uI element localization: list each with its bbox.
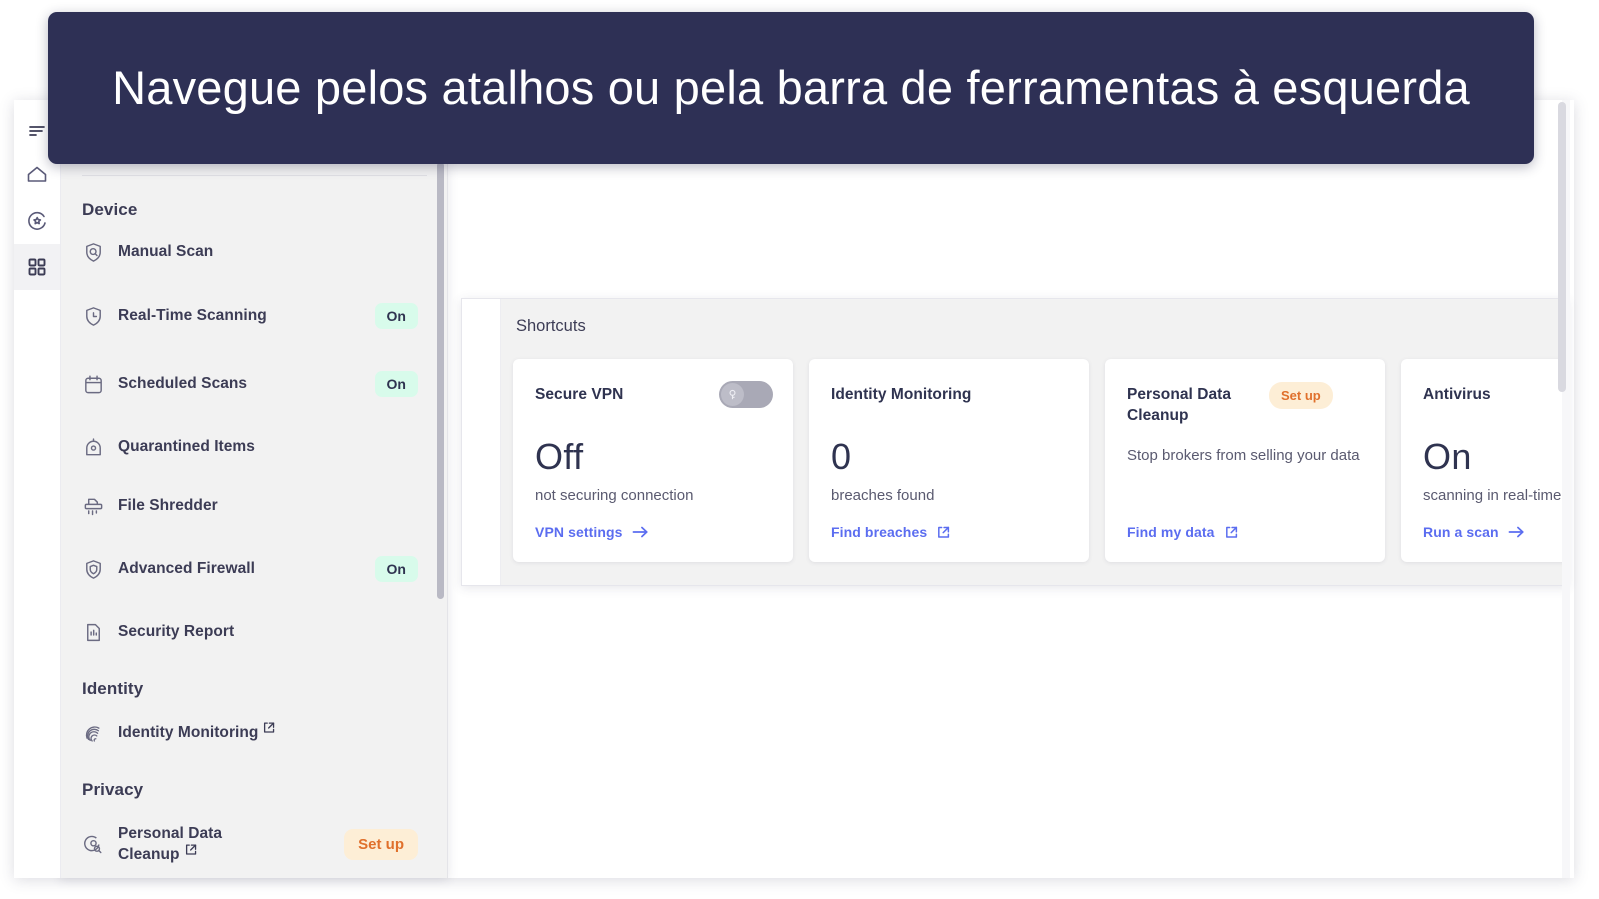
sidebar-item-label: Scheduled Scans: [118, 375, 248, 393]
rail-item-protection[interactable]: [14, 198, 60, 244]
shortcuts-section: Shortcuts Secure VPN Off not securing co…: [461, 298, 1568, 586]
card-subtitle: breaches found: [831, 487, 935, 504]
card-subtitle: not securing connection: [535, 487, 694, 504]
data-search-icon: [82, 833, 116, 856]
sidebar-top-divider: [82, 175, 427, 176]
card-link-find-my-data[interactable]: Find my data: [1127, 524, 1239, 540]
shortcut-cards-row: Secure VPN Off not securing connection V…: [513, 359, 1567, 562]
card-link-label: Run a scan: [1423, 524, 1499, 540]
sidebar-item-status: On: [374, 303, 432, 329]
arrow-right-icon: [632, 525, 649, 539]
card-header: Secure VPN: [535, 381, 773, 412]
setup-badge[interactable]: Set up: [1269, 382, 1333, 409]
home-icon: [25, 163, 49, 187]
rail-item-apps[interactable]: [14, 244, 60, 290]
vpn-key-icon: [721, 383, 744, 406]
vpn-toggle[interactable]: [719, 381, 773, 408]
quarantine-icon: [82, 436, 116, 459]
external-link-icon: [936, 525, 951, 540]
external-link-icon: [1224, 525, 1239, 540]
shortcuts-panel: Shortcuts Secure VPN Off not securing co…: [501, 299, 1567, 585]
onboarding-tooltip-banner: Navegue pelos atalhos ou pela barra de f…: [48, 12, 1534, 164]
sidebar-item-label: Real-Time Scanning: [118, 307, 267, 325]
shortcut-card-identity-monitoring[interactable]: Identity Monitoring 0 breaches found Fin…: [809, 359, 1089, 562]
page-scrollbar[interactable]: [1558, 100, 1570, 878]
sidebar-item-action[interactable]: Set up: [344, 828, 432, 860]
sidebar-item-identity-monitoring[interactable]: Identity Monitoring: [82, 713, 432, 753]
card-link-label: Find breaches: [831, 524, 928, 540]
card-link-find-breaches[interactable]: Find breaches: [831, 524, 951, 540]
sidebar-item-label-line2: Cleanup: [118, 844, 198, 865]
sidebar-item-security-report[interactable]: Security Report: [82, 612, 432, 652]
card-subtitle: scanning in real-time: [1423, 487, 1562, 504]
status-badge: On: [374, 371, 418, 397]
shield-search-icon: [82, 241, 116, 264]
sidebar-item-manual-scan[interactable]: Manual Scan: [82, 232, 432, 272]
sidebar-group-title-identity: Identity: [82, 679, 144, 698]
setup-badge[interactable]: Set up: [344, 828, 418, 860]
external-link-icon: [262, 721, 276, 735]
card-value: On: [1423, 436, 1472, 477]
sidebar-item-file-shredder[interactable]: File Shredder: [82, 486, 432, 526]
card-link-label: Find my data: [1127, 524, 1215, 540]
apps-grid-icon: [27, 257, 47, 277]
protection-icon: [25, 209, 49, 233]
sidebar-item-real-time-scanning[interactable]: Real-Time Scanning On: [82, 296, 432, 336]
shortcut-card-personal-data-cleanup[interactable]: Personal Data Cleanup Set up Stop broker…: [1105, 359, 1385, 562]
card-title: Personal Data Cleanup: [1127, 386, 1232, 424]
application-window: Device Manual Scan Real-Time Scanning On…: [14, 100, 1574, 878]
sidebar-group-title-privacy: Privacy: [82, 780, 144, 799]
sidebar-item-advanced-firewall[interactable]: Advanced Firewall On: [82, 549, 432, 589]
shortcuts-heading: Shortcuts: [516, 317, 586, 335]
report-icon: [82, 621, 116, 644]
card-description: Stop brokers from selling your data: [1127, 447, 1360, 464]
shortcuts-left-gutter: [462, 299, 501, 585]
sidebar-scrollbar-thumb[interactable]: [437, 162, 444, 599]
card-value: Off: [535, 436, 584, 477]
status-badge: On: [374, 556, 418, 582]
sidebar-item-label: Personal Data: [118, 824, 223, 842]
card-link-vpn-settings[interactable]: VPN settings: [535, 524, 649, 540]
sidebar-group-title-device: Device: [82, 200, 138, 219]
sidebar-item-label: Advanced Firewall: [118, 560, 255, 578]
card-value: 0: [831, 436, 852, 477]
sidebar-item-personal-data-cleanup[interactable]: Personal Data Cleanup Set up: [82, 816, 432, 872]
sidebar-item-status: On: [374, 556, 432, 582]
sidebar-item-label: Security Report: [118, 623, 235, 641]
card-title: Antivirus: [1423, 386, 1491, 403]
menu-icon: [27, 121, 47, 141]
sidebar-item-label: Quarantined Items: [118, 438, 255, 456]
card-header: Identity Monitoring: [831, 385, 1069, 406]
sidebar-item-label: Identity Monitoring: [118, 724, 259, 742]
calendar-icon: [82, 373, 116, 396]
arrow-right-icon: [1508, 525, 1525, 539]
card-link-run-a-scan[interactable]: Run a scan: [1423, 524, 1525, 540]
status-badge: On: [374, 303, 418, 329]
card-title: Identity Monitoring: [831, 386, 972, 403]
shield-clock-icon: [82, 305, 116, 328]
card-header: Antivirus: [1423, 385, 1567, 406]
sidebar-item-label: Manual Scan: [118, 243, 214, 261]
sidebar-menu-panel: Device Manual Scan Real-Time Scanning On…: [60, 160, 448, 878]
sidebar-item-status: On: [374, 371, 432, 397]
main-content-area: Shortcuts Secure VPN Off not securing co…: [447, 100, 1574, 878]
sidebar-item-quarantined-items[interactable]: Quarantined Items: [82, 427, 432, 467]
card-title: Secure VPN: [535, 386, 624, 403]
page-scrollbar-thumb[interactable]: [1558, 102, 1566, 392]
card-header: Personal Data Cleanup Set up: [1127, 382, 1365, 426]
shredder-icon: [82, 495, 116, 518]
tooltip-message: Navegue pelos atalhos ou pela barra de f…: [112, 60, 1470, 114]
shield-firewall-icon: [82, 558, 116, 581]
card-link-label: VPN settings: [535, 524, 623, 540]
external-link-icon: [184, 843, 198, 857]
shortcut-card-secure-vpn[interactable]: Secure VPN Off not securing connection V…: [513, 359, 793, 562]
sidebar-item-label: File Shredder: [118, 497, 218, 515]
sidebar-item-scheduled-scans[interactable]: Scheduled Scans On: [82, 364, 432, 404]
fingerprint-icon: [82, 722, 116, 745]
shortcut-card-antivirus[interactable]: Antivirus On scanning in real-time Run a…: [1401, 359, 1567, 562]
left-icon-rail: [14, 100, 61, 878]
sidebar-scrollbar[interactable]: [437, 160, 446, 878]
